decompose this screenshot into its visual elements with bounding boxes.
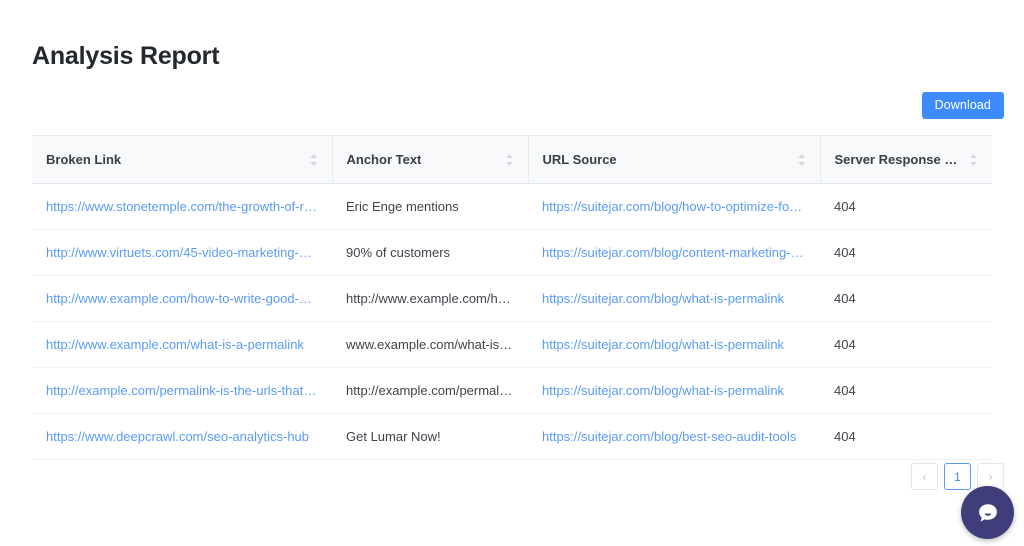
analysis-table-container: Broken Link Anchor Text URL Source Serve… (32, 135, 992, 460)
table-row: http://www.example.com/what-is-a-permali… (32, 321, 992, 368)
chat-widget-button[interactable] (961, 486, 1014, 539)
cell-url-source: https://suitejar.com/blog/what-is-permal… (528, 321, 820, 368)
cell-broken-link: http://example.com/permalink-is-the-urls… (32, 367, 332, 414)
cell-anchor-text: http://www.example.com/how-… (332, 275, 528, 322)
url-source-link[interactable]: https://suitejar.com/blog/what-is-permal… (542, 383, 806, 398)
column-header-label: Anchor Text (346, 152, 422, 167)
column-header-broken-link[interactable]: Broken Link (32, 135, 333, 184)
cell-broken-link: http://www.example.com/what-is-a-permali… (32, 321, 332, 368)
cell-url-source: https://suitejar.com/blog/best-seo-audit… (528, 413, 820, 460)
url-source-link[interactable]: https://suitejar.com/blog/what-is-permal… (542, 291, 806, 306)
cell-url-source: https://suitejar.com/blog/what-is-permal… (528, 275, 820, 322)
url-source-link[interactable]: https://suitejar.com/blog/best-seo-audit… (542, 429, 806, 444)
cell-broken-link: http://www.example.com/how-to-write-good… (32, 275, 332, 322)
broken-link-link[interactable]: http://example.com/permalink-is-the-urls… (46, 383, 318, 398)
sort-updown-icon[interactable] (505, 153, 514, 167)
report-page: Analysis Report Download Broken Link Anc… (0, 0, 1024, 546)
column-header-label: URL Source (542, 152, 617, 167)
column-header-label: Broken Link (46, 152, 122, 167)
cell-anchor-text: 90% of customers (332, 229, 528, 276)
url-source-link[interactable]: https://suitejar.com/blog/content-market… (542, 245, 806, 260)
pagination-prev-button[interactable]: ‹ (911, 463, 938, 490)
cell-server-response: 404 (820, 367, 992, 414)
column-header-server-response[interactable]: Server Response (4XX) (820, 135, 992, 184)
cell-anchor-text: www.example.com/what-is-a-p… (332, 321, 528, 368)
broken-link-link[interactable]: http://www.example.com/what-is-a-permali… (46, 337, 318, 352)
broken-link-link[interactable]: http://www.virtuets.com/45-video-marketi… (46, 245, 318, 260)
cell-anchor-text: Eric Enge mentions (332, 183, 528, 230)
cell-url-source: https://suitejar.com/blog/content-market… (528, 229, 820, 276)
table-row: http://www.example.com/how-to-write-good… (32, 275, 992, 322)
pagination-page-1-button[interactable]: 1 (944, 463, 971, 490)
table-header-row: Broken Link Anchor Text URL Source Serve… (32, 135, 992, 184)
cell-server-response: 404 (820, 229, 992, 276)
report-toolbar: Download (921, 91, 1004, 120)
table-row: https://www.stonetemple.com/the-growth-o… (32, 183, 992, 230)
table-row: https://www.deepcrawl.com/seo-analytics-… (32, 413, 992, 460)
sort-updown-icon[interactable] (309, 153, 318, 167)
column-header-label: Server Response (4XX) (834, 152, 962, 167)
table-body: https://www.stonetemple.com/the-growth-o… (32, 183, 992, 460)
broken-link-link[interactable]: http://www.example.com/how-to-write-good… (46, 291, 318, 306)
cell-url-source: https://suitejar.com/blog/what-is-permal… (528, 367, 820, 414)
page-title: Analysis Report (32, 42, 220, 70)
cell-server-response: 404 (820, 183, 992, 230)
download-button[interactable]: Download (921, 91, 1004, 120)
table-header: Broken Link Anchor Text URL Source Serve… (32, 135, 992, 184)
cell-server-response: 404 (820, 413, 992, 460)
table-row: http://example.com/permalink-is-the-urls… (32, 367, 992, 414)
broken-link-link[interactable]: https://www.deepcrawl.com/seo-analytics-… (46, 429, 318, 444)
sort-updown-icon[interactable] (969, 153, 978, 167)
analysis-table: Broken Link Anchor Text URL Source Serve… (32, 135, 992, 460)
url-source-link[interactable]: https://suitejar.com/blog/what-is-permal… (542, 337, 806, 352)
cell-anchor-text: Get Lumar Now! (332, 413, 528, 460)
chat-bubble-icon (974, 499, 1002, 527)
cell-url-source: https://suitejar.com/blog/how-to-optimiz… (528, 183, 820, 230)
cell-server-response: 404 (820, 321, 992, 368)
sort-updown-icon[interactable] (797, 153, 806, 167)
url-source-link[interactable]: https://suitejar.com/blog/how-to-optimiz… (542, 199, 806, 214)
cell-server-response: 404 (820, 275, 992, 322)
cell-anchor-text: http://example.com/permalink-… (332, 367, 528, 414)
cell-broken-link: https://www.stonetemple.com/the-growth-o… (32, 183, 332, 230)
table-row: http://www.virtuets.com/45-video-marketi… (32, 229, 992, 276)
cell-broken-link: http://www.virtuets.com/45-video-marketi… (32, 229, 332, 276)
cell-broken-link: https://www.deepcrawl.com/seo-analytics-… (32, 413, 332, 460)
broken-link-link[interactable]: https://www.stonetemple.com/the-growth-o… (46, 199, 318, 214)
column-header-url-source[interactable]: URL Source (528, 135, 821, 184)
column-header-anchor-text[interactable]: Anchor Text (332, 135, 529, 184)
